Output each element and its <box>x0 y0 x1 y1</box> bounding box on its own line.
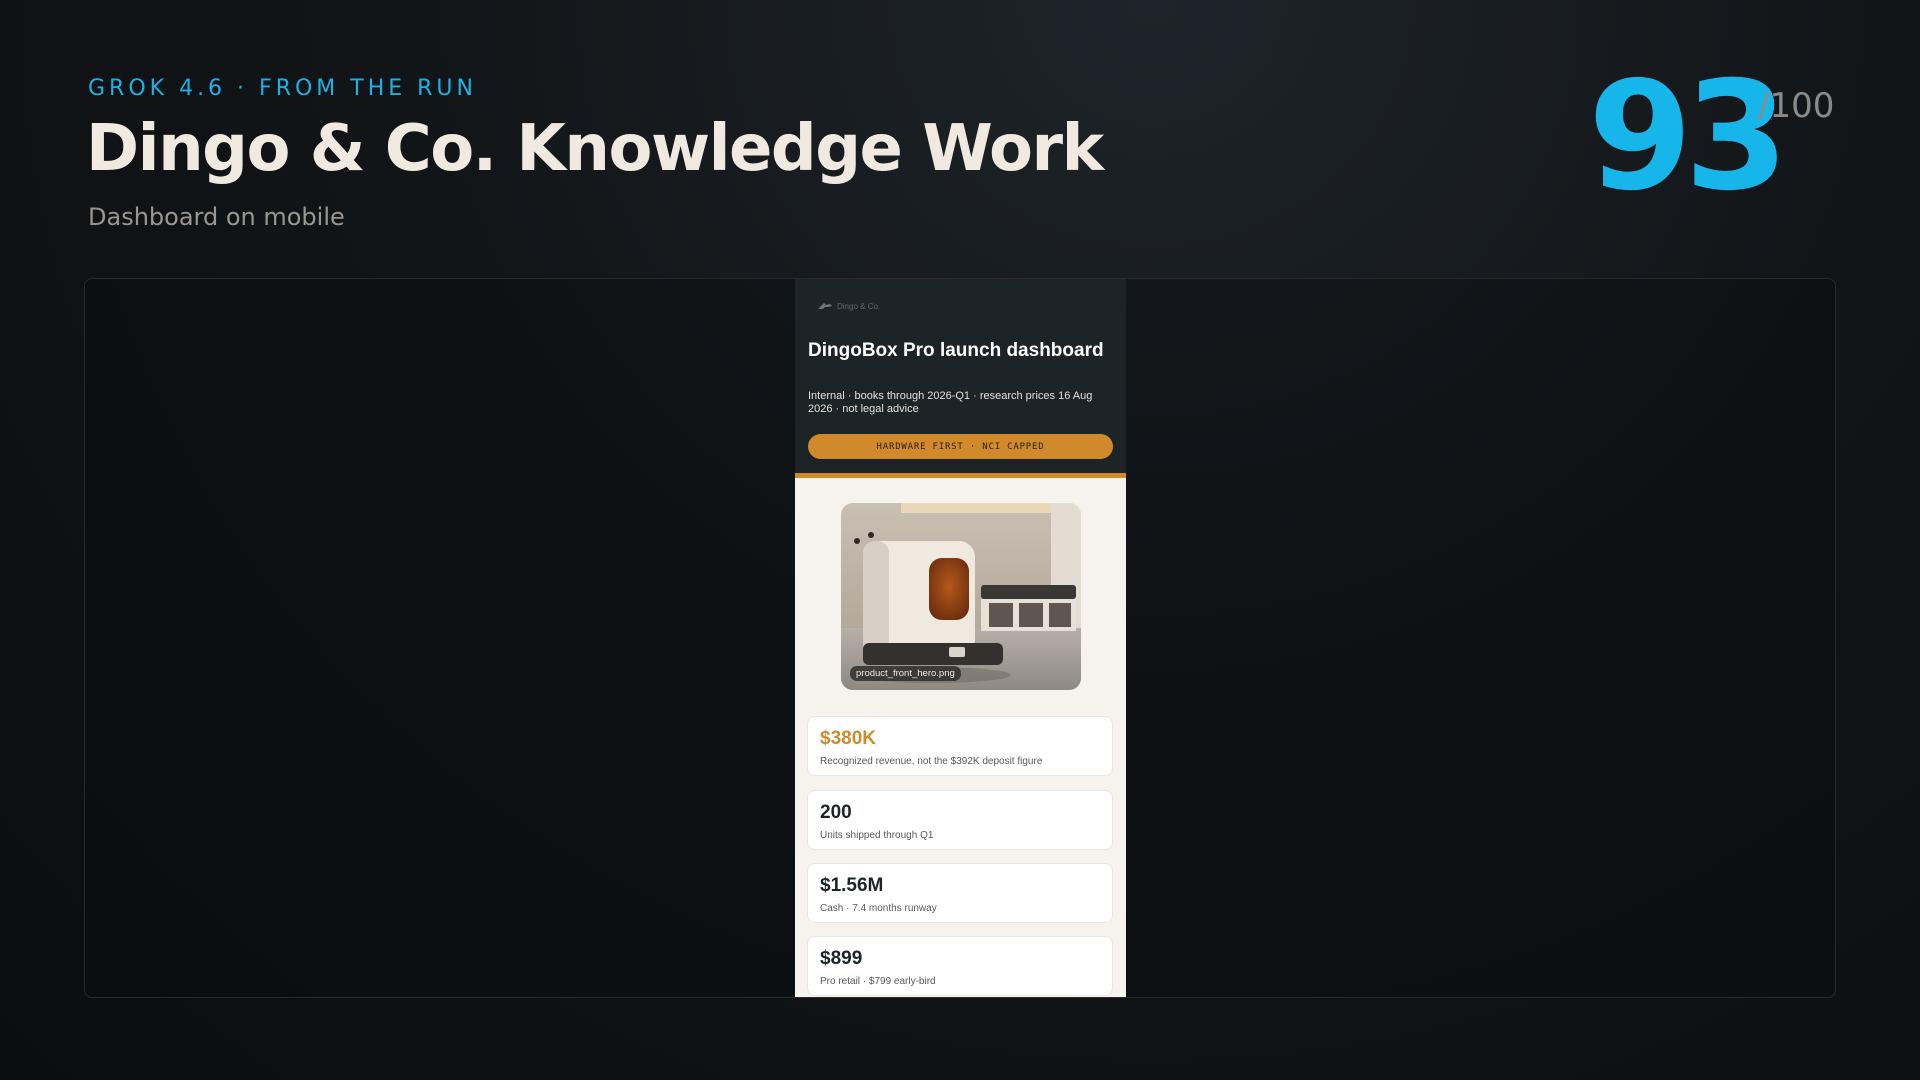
preview-frame: Dingo & Co. DingoBox Pro launch dashboar… <box>84 278 1836 998</box>
stat-label: Pro retail · $799 early-bird <box>820 976 936 987</box>
stat-card-price[interactable]: $899 Pro retail · $799 early-bird <box>807 936 1113 996</box>
page-subtitle: Dashboard on mobile <box>88 203 345 231</box>
strategy-pill[interactable]: HARDWARE FIRST · NCI CAPPED <box>808 434 1113 459</box>
score-value: 93 <box>1588 50 1789 224</box>
stat-value: $380K <box>820 728 876 749</box>
run-eyebrow: GROK 4.6 · FROM THE RUN <box>88 76 477 101</box>
stat-label: Units shipped through Q1 <box>820 830 934 841</box>
page-title: Dingo & Co. Knowledge Work <box>86 112 1104 186</box>
hero-caption: product_front_hero.png <box>850 666 961 681</box>
stat-card-units[interactable]: 200 Units shipped through Q1 <box>807 790 1113 850</box>
dingo-logo-icon <box>818 303 832 309</box>
dashboard-title: DingoBox Pro launch dashboard <box>808 340 1104 361</box>
stat-value: 200 <box>820 802 852 823</box>
dashboard-header: Dingo & Co. DingoBox Pro launch dashboar… <box>795 279 1126 478</box>
product-hero-image: product_front_hero.png <box>841 503 1081 690</box>
stat-label: Recognized revenue, not the $392K deposi… <box>820 756 1043 767</box>
stat-value: $1.56M <box>820 875 884 896</box>
stat-value: $899 <box>820 948 863 969</box>
stat-card-revenue[interactable]: $380K Recognized revenue, not the $392K … <box>807 716 1113 776</box>
mobile-screenshot[interactable]: Dingo & Co. DingoBox Pro launch dashboar… <box>795 279 1126 997</box>
brand-name: Dingo & Co. <box>837 301 881 311</box>
dashboard-subtitle: Internal · books through 2026-Q1 · resea… <box>808 390 1093 415</box>
score-max: /100 <box>1758 86 1835 126</box>
product-photo <box>841 503 1081 690</box>
stat-card-cash[interactable]: $1.56M Cash · 7.4 months runway <box>807 863 1113 923</box>
brand[interactable]: Dingo & Co. <box>817 301 880 311</box>
stat-label: Cash · 7.4 months runway <box>820 903 937 914</box>
